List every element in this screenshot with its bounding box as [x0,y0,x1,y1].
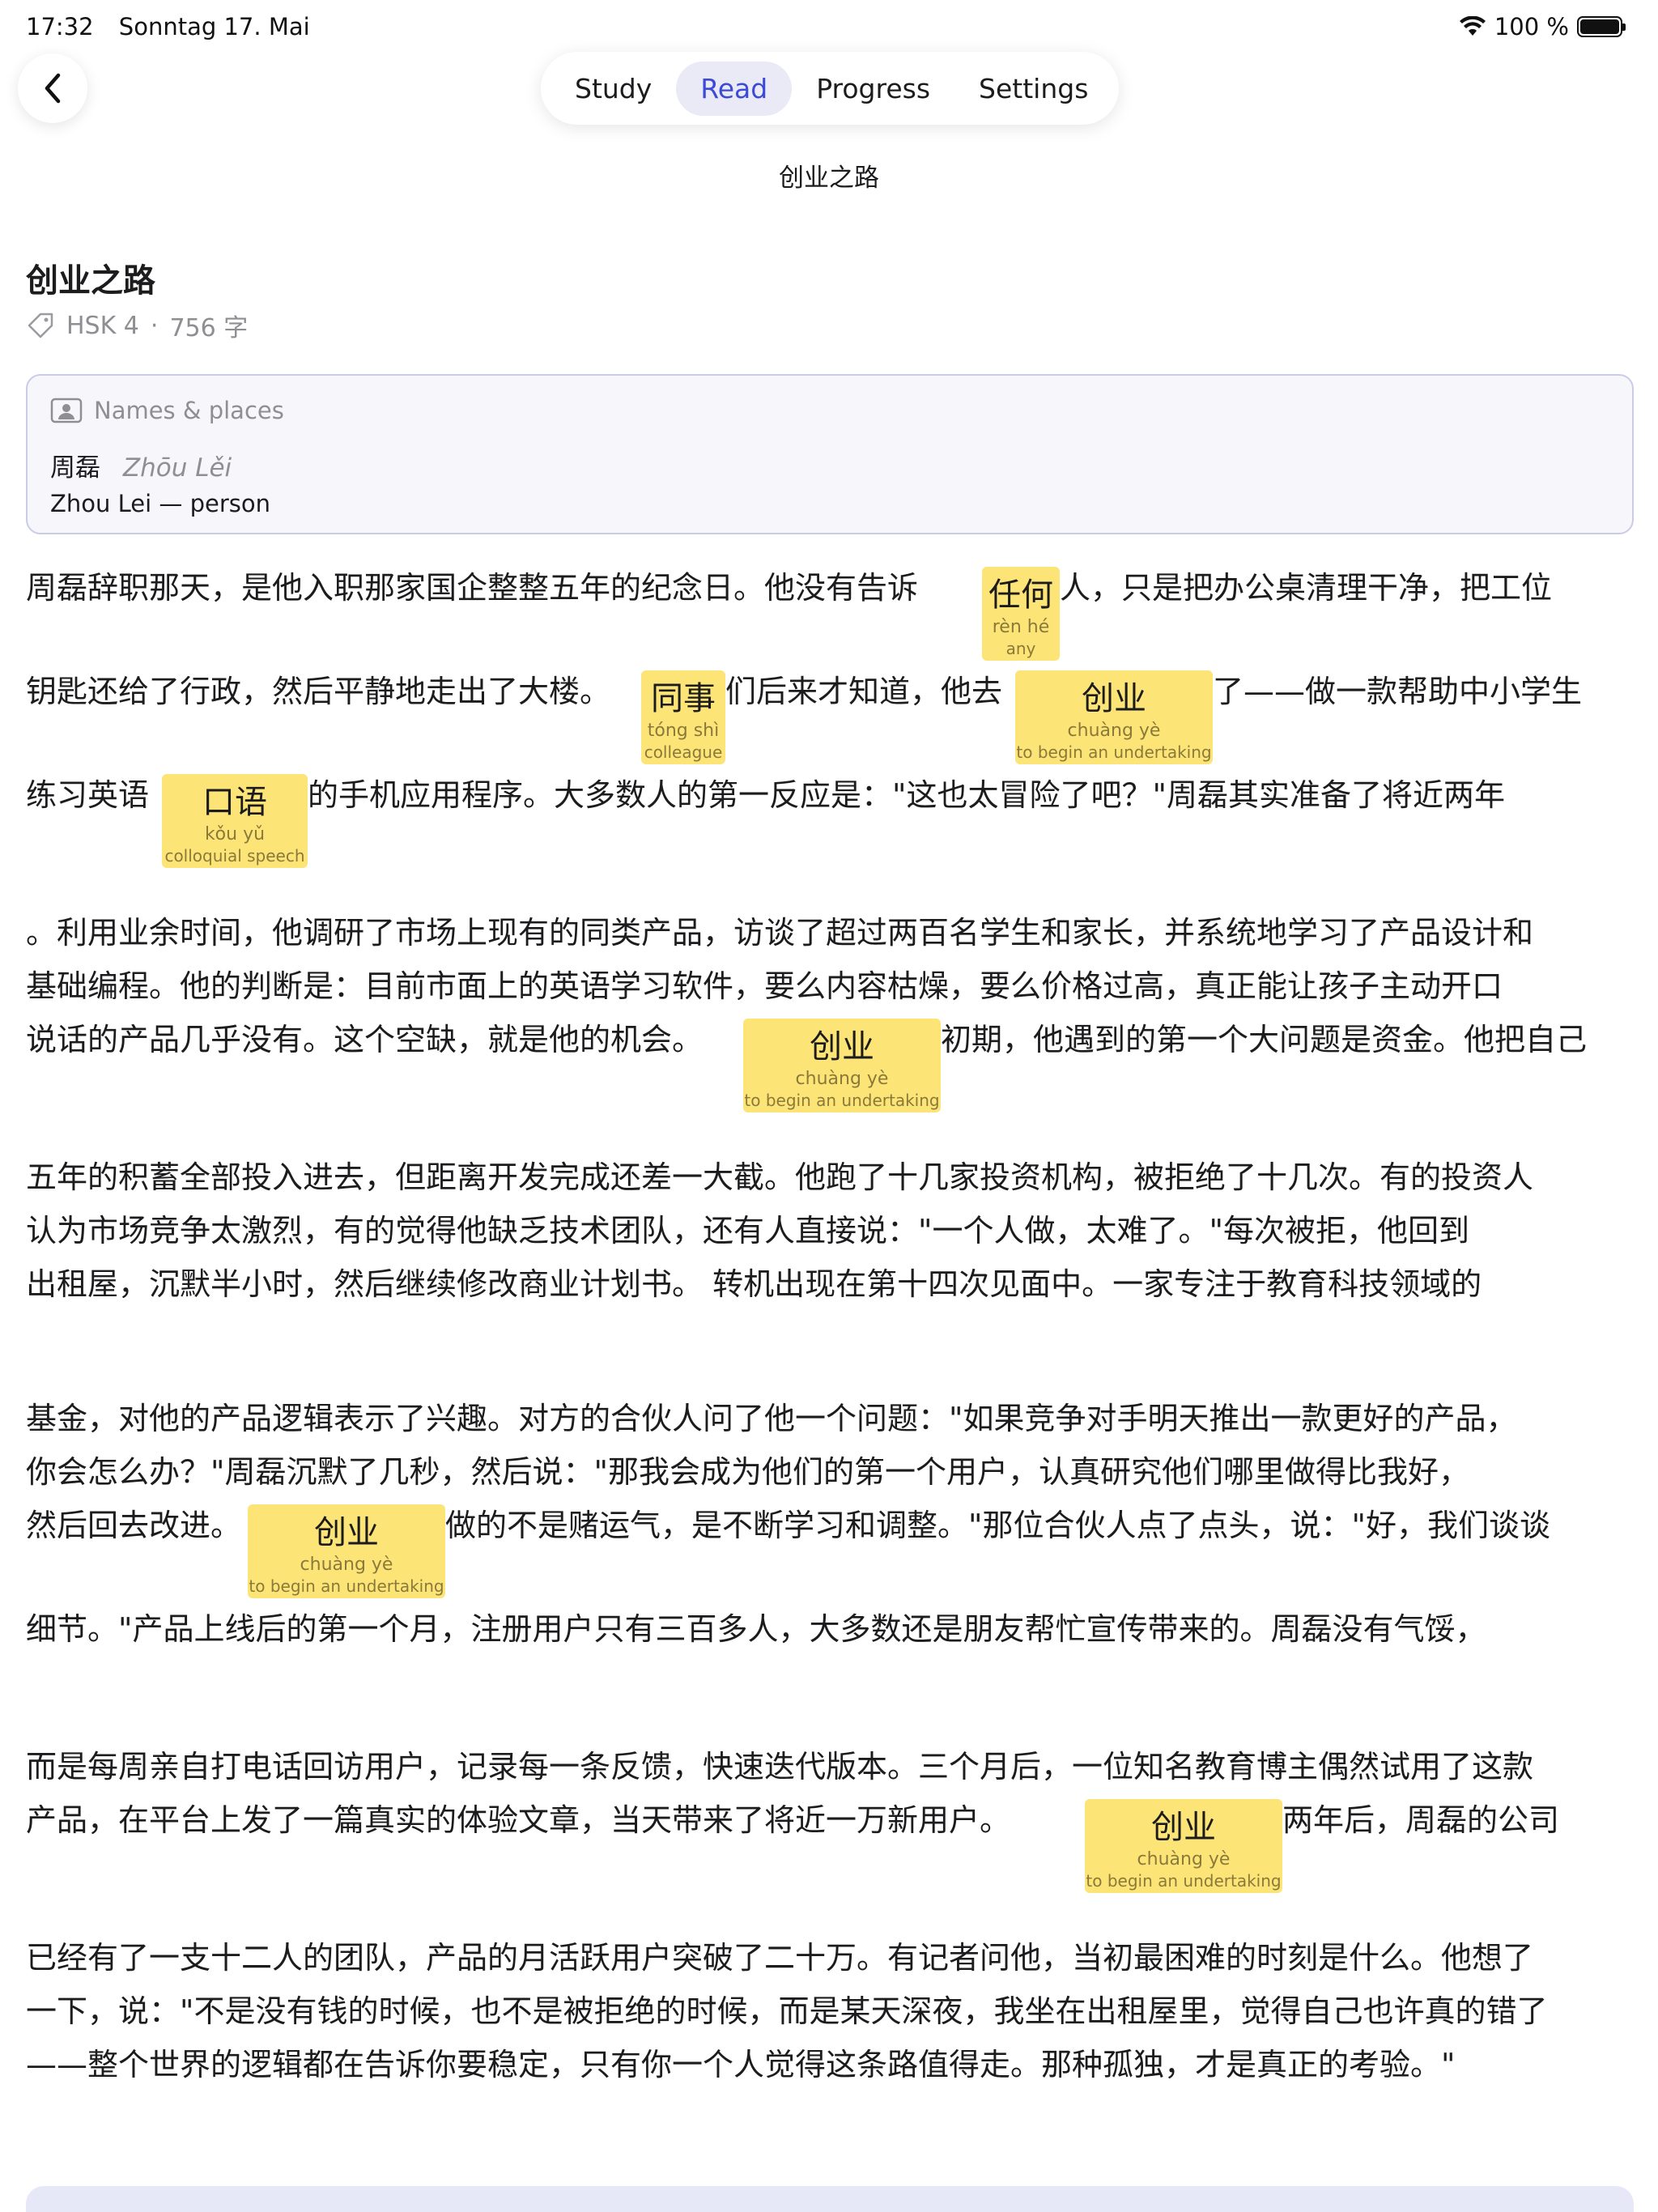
text-line: 一下，说："不是没有钱的时候，也不是被拒绝的时候，而是某天深夜，我坐在出租屋里，… [26,1993,1548,2029]
vocab-word: 创业 [1082,680,1146,717]
text-line: 细节。"产品上线后的第一个月，注册用户只有三百多人，大多数还是朋友帮忙宣传带来的… [26,1611,1486,1647]
vocab-pinyin: chuàng yè [300,1555,393,1575]
text-line: 。利用业余时间，他调研了市场上现有的同类产品，访谈了超过两百名学生和家长，并系统… [26,915,1534,951]
vocab-gloss: to begin an undertaking [744,1091,940,1110]
vocab-gloss: any [1005,639,1036,658]
text-line: 们后来才知道，他去 [725,674,1003,709]
vocab-highlight[interactable]: 创业 chuàng yè to begin an undertaking [248,1504,445,1598]
bottom-action-bar[interactable] [26,2186,1634,2212]
reading-text: 周磊辞职那天，是他入职那家国企整整五年的纪念日。他没有告诉 任何 rèn hé … [0,0,1658,2212]
vocab-word: 创业 [1151,1809,1216,1846]
vocab-gloss: colleague [644,742,723,762]
vocab-word: 同事 [651,680,716,717]
text-line: 说话的产品几乎没有。这个空缺，就是他的机会。 [26,1022,704,1057]
vocab-word: 任何 [988,576,1053,614]
text-line: 五年的积蓄全部投入进去，但距离开发完成还差一大截。他跑了十几家投资机构，被拒绝了… [26,1159,1534,1195]
vocab-gloss: colloquial speech [164,846,305,866]
vocab-word: 创业 [810,1028,874,1066]
vocab-highlight[interactable]: 口语 kǒu yǔ colloquial speech [162,774,308,868]
text-line: 你会怎么办？"周磊沉默了几秒，然后说："那我会成为他们的第一个用户，认真研究他们… [26,1454,1469,1490]
vocab-pinyin: kǒu yǔ [204,824,266,844]
text-line: 的手机应用程序。大多数人的第一反应是："这也太冒险了吧？"周磊其实准备了将近两年 [308,777,1505,813]
vocab-pinyin: chuàng yè [1137,1849,1231,1870]
vocab-word: 口语 [202,784,267,821]
text-line: 人，只是把办公桌清理干净，把工位 [1060,570,1553,606]
vocab-gloss: to begin an undertaking [249,1576,444,1596]
text-line: 了——做一款帮助中小学生 [1213,674,1583,709]
text-line: 练习英语 [26,777,150,813]
vocab-gloss: to begin an undertaking [1016,742,1212,762]
text-line: 产品，在平台上发了一篇真实的体验文章，当天带来了将近一万新用户。 [26,1802,1011,1838]
vocab-highlight[interactable]: 创业 chuàng yè to begin an undertaking [1085,1799,1282,1893]
text-line: 而是每周亲自打电话回访用户，记录每一条反馈，快速迭代版本。三个月后，一位知名教育… [26,1749,1534,1784]
vocab-pinyin: chuàng yè [795,1069,889,1089]
vocab-highlight[interactable]: 创业 chuàng yè to begin an undertaking [743,1019,941,1112]
text-line: 出租屋，沉默半小时，然后继续修改商业计划书。 转机出现在第十四次见面中。一家专注… [26,1266,1482,1302]
text-line: 基础编程。他的判断是：目前市面上的英语学习软件，要么内容枯燥，要么价格过高，真正… [26,968,1503,1004]
text-line: 两年后，周磊的公司 [1282,1802,1560,1838]
vocab-highlight[interactable]: 创业 chuàng yè to begin an undertaking [1015,670,1213,764]
text-line: 基金，对他的产品逻辑表示了兴趣。对方的合伙人问了他一个问题："如果竞争对手明天推… [26,1401,1517,1436]
text-line: 初期，他遇到的第一个大问题是资金。他把自己 [941,1022,1588,1057]
text-line: 然后回去改进。 [26,1508,242,1543]
text-line: 钥匙还给了行政，然后平静地走出了大楼。 [26,674,611,709]
vocab-gloss: to begin an undertaking [1086,1871,1282,1891]
vocab-word: 创业 [314,1514,379,1551]
vocab-pinyin: rèn hé [992,617,1050,637]
text-line: 做的不是赌运气，是不断学习和调整。"那位合伙人点了点头，说："好，我们谈谈 [445,1508,1550,1543]
vocab-highlight[interactable]: 同事 tóng shì colleague [641,670,725,764]
vocab-pinyin: tóng shì [647,721,720,741]
text-line: ——整个世界的逻辑都在告诉你要稳定，只有你一个人觉得这条路值得走。那种孤独，才是… [26,2047,1456,2082]
text-line: 认为市场竞争太激烈，有的觉得他缺乏技术团队，还有人直接说："一个人做，太难了。"… [26,1213,1469,1249]
vocab-pinyin: chuàng yè [1067,721,1161,741]
text-line: 周磊辞职那天，是他入职那家国企整整五年的纪念日。他没有告诉 [26,570,919,606]
vocab-highlight[interactable]: 任何 rèn hé any [982,567,1060,661]
text-line: 已经有了一支十二人的团队，产品的月活跃用户突破了二十万。有记者问他，当初最困难的… [26,1940,1534,1976]
